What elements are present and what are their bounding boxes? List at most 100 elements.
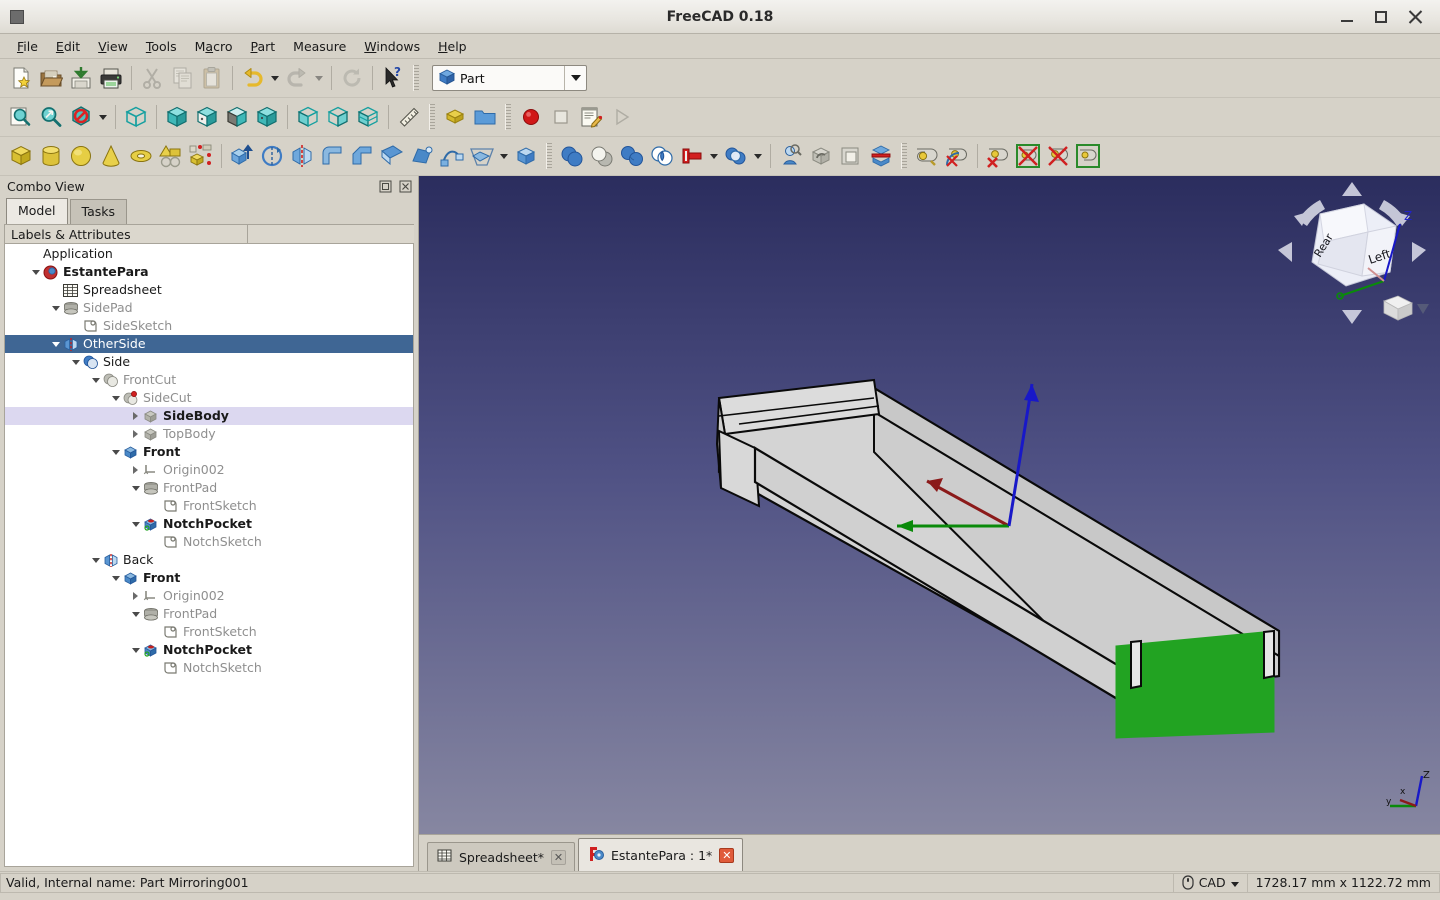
menu-macro[interactable]: Macro (186, 36, 242, 57)
tab-model[interactable]: Model (6, 198, 68, 224)
group-button[interactable] (470, 102, 500, 132)
maximize-button[interactable] (1374, 10, 1388, 24)
cross-sections-button[interactable] (511, 141, 541, 171)
sweep-button[interactable] (437, 141, 467, 171)
refresh-button[interactable] (337, 63, 367, 93)
close-panel-button[interactable] (399, 180, 412, 193)
intersection-button[interactable] (647, 141, 677, 171)
macro-edit-button[interactable] (576, 102, 606, 132)
tree-item-spreadsheet[interactable]: Spreadsheet (5, 281, 413, 299)
measure-distance-button[interactable] (394, 102, 424, 132)
tree-expander-down-icon[interactable] (89, 371, 102, 389)
model-tree[interactable]: Application EstantePara Spreadsheet SidePad… (4, 244, 414, 867)
box-primitive-button[interactable] (6, 141, 36, 171)
open-document-button[interactable] (36, 63, 66, 93)
menu-measure[interactable]: Measure (284, 36, 355, 57)
tree-expander-down-icon[interactable] (109, 569, 122, 587)
document-tab-estantepara[interactable]: EstantePara : 1* ✕ (578, 838, 744, 871)
tree-expander-down-icon[interactable] (49, 335, 62, 353)
front-view-button[interactable] (162, 102, 192, 132)
close-button[interactable] (1408, 10, 1422, 24)
menu-file[interactable]: File (8, 36, 47, 57)
axonometric-view-button[interactable] (121, 102, 151, 132)
defeaturing-button[interactable] (806, 141, 836, 171)
tree-expander-down-icon[interactable] (129, 641, 142, 659)
tree-expander-down-icon[interactable] (109, 389, 122, 407)
close-tab-estantepara-button[interactable]: ✕ (719, 847, 735, 863)
tree-item-origin002[interactable]: Origin002 (5, 587, 413, 605)
tree-expander-down-icon[interactable] (129, 515, 142, 533)
undo-dropdown-caret[interactable] (268, 63, 282, 93)
menu-tools[interactable]: Tools (137, 36, 186, 57)
top-view-button[interactable] (192, 102, 222, 132)
tree-item-frontpad[interactable]: FrontPad (5, 479, 413, 497)
tree-expander-down-icon[interactable] (89, 551, 102, 569)
tree-expander-right-icon[interactable] (129, 425, 142, 443)
tree-item-sidecut[interactable]: SideCut (5, 389, 413, 407)
navigation-cube[interactable]: Rear Left Z (1272, 176, 1432, 336)
tree-item-frontcut[interactable]: FrontCut (5, 371, 413, 389)
toolbar-grip-macro-2[interactable] (505, 104, 511, 130)
tree-item-front[interactable]: Front (5, 569, 413, 587)
fit-all-button[interactable] (6, 102, 36, 132)
thickness-button[interactable] (836, 141, 866, 171)
compound-tools-button[interactable] (866, 141, 896, 171)
redo-button[interactable] (282, 63, 312, 93)
mirror-button[interactable] (287, 141, 317, 171)
measure-toggle-all-button[interactable] (1043, 141, 1073, 171)
tree-item-origin002[interactable]: Origin002 (5, 461, 413, 479)
tree-expander-down-icon[interactable] (129, 479, 142, 497)
measure-clear-all-button[interactable] (1013, 141, 1043, 171)
measure-angular-button[interactable] (942, 141, 972, 171)
tab-tasks[interactable]: Tasks (69, 199, 128, 224)
tree-item-notchsketch[interactable]: NotchSketch (5, 659, 413, 677)
tree-item-notchsketch[interactable]: NotchSketch (5, 533, 413, 551)
draw-style-button[interactable] (66, 102, 96, 132)
extrude-button[interactable] (227, 141, 257, 171)
tree-expander-down-icon[interactable] (109, 443, 122, 461)
measure-toggle-delta-button[interactable] (1073, 141, 1103, 171)
tree-item-topbody[interactable]: TopBody (5, 425, 413, 443)
menu-view[interactable]: View (89, 36, 137, 57)
left-view-button[interactable] (323, 102, 353, 132)
section-button[interactable] (467, 141, 497, 171)
toolbar-grip-workbench[interactable] (413, 65, 419, 91)
menu-part[interactable]: Part (241, 36, 284, 57)
split-boolean-button[interactable] (721, 141, 751, 171)
save-document-button[interactable] (66, 63, 96, 93)
isometric-view-button[interactable] (353, 102, 383, 132)
tree-expander-down-icon[interactable] (29, 263, 42, 281)
toolbar-grip-macro[interactable] (429, 104, 435, 130)
redo-dropdown-caret[interactable] (312, 63, 326, 93)
tree-item-estantepara[interactable]: EstantePara (5, 263, 413, 281)
join-connect-button[interactable] (677, 141, 707, 171)
toolbar-grip-boolean[interactable] (546, 143, 552, 169)
tree-expander-down-icon[interactable] (49, 299, 62, 317)
tree-item-notchpocket[interactable]: NotchPocket (5, 641, 413, 659)
toolbar-grip-measure[interactable] (901, 143, 907, 169)
fillet-button[interactable] (317, 141, 347, 171)
workbench-std-button[interactable] (440, 102, 470, 132)
navigation-style-caret[interactable] (1226, 875, 1239, 890)
print-button[interactable] (96, 63, 126, 93)
revolve-button[interactable] (257, 141, 287, 171)
fit-selection-button[interactable] (36, 102, 66, 132)
check-geometry-button[interactable] (776, 141, 806, 171)
tree-item-otherside[interactable]: OtherSide (5, 335, 413, 353)
torus-primitive-button[interactable] (126, 141, 156, 171)
tree-item-notchpocket[interactable]: NotchPocket (5, 515, 413, 533)
join-dropdown-caret[interactable] (707, 141, 721, 171)
union-button[interactable] (617, 141, 647, 171)
3d-viewport[interactable]: Rear Left Z y x Z Spreadsheet* ✕ Estante… (419, 176, 1440, 871)
split-dropdown-caret[interactable] (751, 141, 765, 171)
tree-item-frontpad[interactable]: FrontPad (5, 605, 413, 623)
new-document-button[interactable] (6, 63, 36, 93)
create-primitives-button[interactable] (156, 141, 186, 171)
tree-item-sidesketch[interactable]: SideSketch (5, 317, 413, 335)
workbench-dropdown-arrow[interactable] (564, 66, 586, 90)
undo-button[interactable] (238, 63, 268, 93)
tree-item-frontsketch[interactable]: FrontSketch (5, 623, 413, 641)
menu-edit[interactable]: Edit (47, 36, 89, 57)
macro-execute-button[interactable] (606, 102, 636, 132)
cut-boolean-button[interactable] (587, 141, 617, 171)
